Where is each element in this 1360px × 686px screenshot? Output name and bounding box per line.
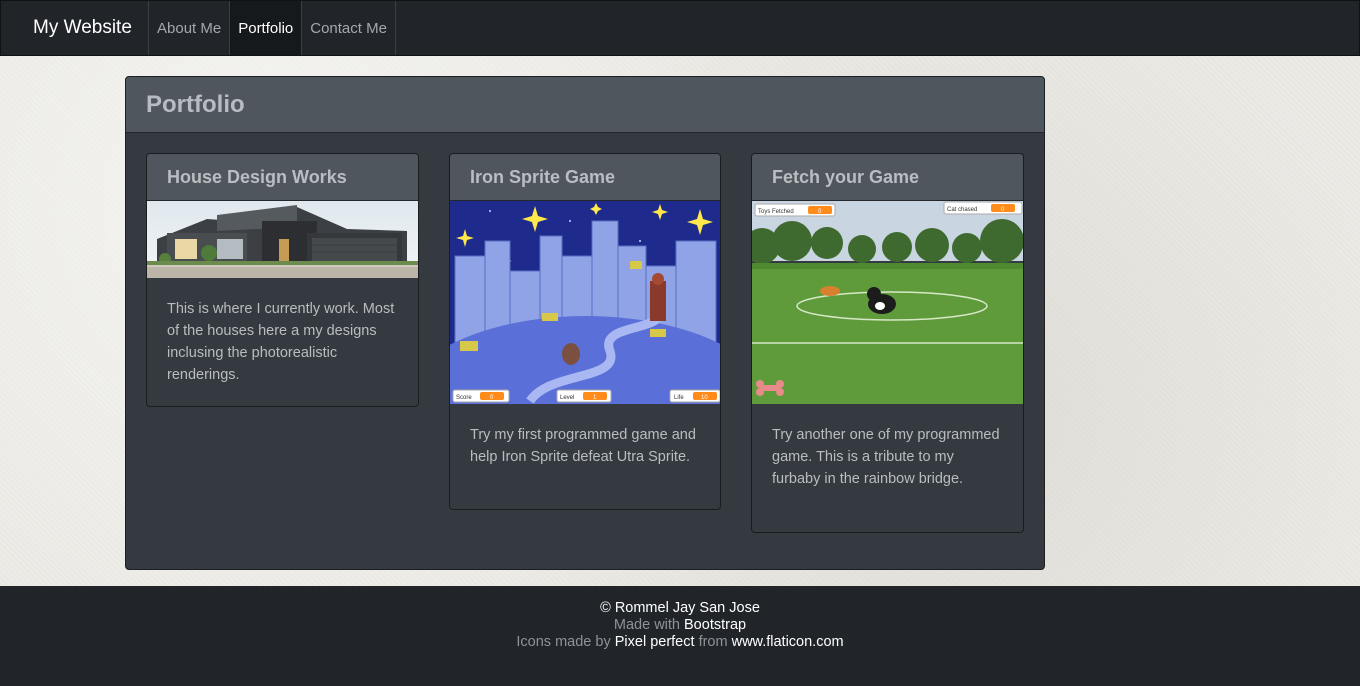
portfolio-header: Portfolio [126, 77, 1044, 133]
copyright-text: © Rommel Jay San Jose [600, 600, 760, 616]
card-iron-sprite[interactable]: Iron Sprite Game Score 0 Level 1 Life 10… [449, 153, 721, 510]
card-header: Fetch your Game [752, 154, 1023, 201]
icons-credit-line: Icons made by Pixel perfect from www.fla… [0, 634, 1360, 651]
hud-life-value: 10 [701, 395, 708, 401]
card-house-design[interactable]: House Design Works This is where I curre… [146, 153, 419, 407]
card-title: Iron Sprite Game [470, 166, 616, 187]
portfolio-panel: Portfolio House Design Works This is whe… [125, 76, 1045, 570]
card-description: Try my first programmed game and help Ir… [470, 427, 696, 465]
house-photo-image[interactable] [147, 201, 418, 278]
card-description: Try another one of my programmed game. T… [772, 427, 1000, 487]
brand-link[interactable]: My Website [1, 1, 149, 55]
card-header: House Design Works [147, 154, 418, 201]
footer: © Rommel Jay San Jose Made with Bootstra… [0, 586, 1360, 686]
hud-toys-label: Toys Fetched [758, 209, 794, 215]
made-with-prefix: Made with [613, 617, 680, 633]
card-description: This is where I currently work. Most of … [167, 301, 395, 383]
pixel-perfect-link[interactable]: Pixel perfect [615, 634, 695, 650]
bootstrap-link[interactable]: Bootstrap [684, 617, 746, 633]
card-title: Fetch your Game [772, 166, 920, 187]
nav-link-portfolio[interactable]: Portfolio [230, 1, 303, 55]
icons-prefix: Icons made by [516, 634, 611, 650]
portfolio-title: Portfolio [146, 90, 245, 118]
nav-link-about-me[interactable]: About Me [149, 1, 231, 55]
iron-sprite-game-image[interactable]: Score 0 Level 1 Life 10 [450, 201, 720, 404]
made-with-line: Made with Bootstrap [0, 617, 1360, 634]
hud-level-label: Level [560, 395, 574, 401]
navbar: My Website About Me Portfolio Contact Me [0, 0, 1360, 56]
hud-life-label: Life [674, 395, 684, 401]
nav-link-contact-me[interactable]: Contact Me [302, 1, 396, 55]
hud-score-label: Score [456, 395, 472, 401]
flaticon-link[interactable]: www.flaticon.com [732, 634, 844, 650]
card-fetch-game[interactable]: Fetch your Game Toys Fetched 0 Cat chase… [751, 153, 1024, 533]
icons-from-text: from [698, 634, 728, 650]
fetch-game-image[interactable]: Toys Fetched 0 Cat chased 0 [752, 201, 1023, 404]
card-title: House Design Works [167, 166, 347, 187]
hud-cat-label: Cat chased [947, 207, 977, 213]
card-header: Iron Sprite Game [450, 154, 720, 201]
